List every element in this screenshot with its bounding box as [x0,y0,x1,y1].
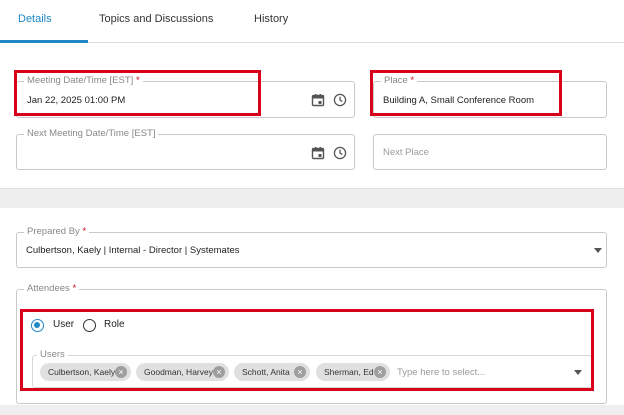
remove-chip-icon[interactable]: × [374,366,386,378]
user-chip: Culbertson, Kaely × [40,363,131,381]
remove-chip-icon[interactable]: × [294,366,306,378]
user-chip-label: Culbertson, Kaely [48,367,116,377]
next-place-placeholder: Next Place [383,147,429,158]
role-radio[interactable] [83,319,96,332]
clock-icon[interactable] [333,146,347,160]
chevron-down-icon[interactable] [574,370,582,375]
tab-topics-and-discussions[interactable]: Topics and Discussions [99,13,213,25]
place-value: Building A, Small Conference Room [383,95,535,106]
user-chip-label: Sherman, Ed [324,367,374,377]
required-marker: * [82,226,87,237]
user-chip: Schott, Anita × [234,363,310,381]
user-chip: Goodman, Harvey × [136,363,229,381]
prepared-by-value: Culbertson, Kaely | Internal - Director … [26,245,240,256]
next-meeting-date-field[interactable]: Next Meeting Date/Time [EST] [16,128,355,170]
tab-bar: Details Topics and Discussions History [0,0,624,43]
prepared-by-label: Prepared By * [24,226,90,238]
place-label: Place * [381,75,418,87]
prepared-by-label-text: Prepared By [27,226,80,237]
users-search-input[interactable]: Type here to select... [397,367,485,378]
users-label: Users [37,349,68,361]
bottom-band [0,405,624,415]
remove-chip-icon[interactable]: × [213,366,225,378]
user-chip-label: Schott, Anita [242,367,290,377]
active-tab-indicator [0,40,88,43]
calendar-icon[interactable] [311,146,325,160]
required-marker: * [72,283,77,294]
tab-details[interactable]: Details [18,13,52,25]
required-marker: * [135,75,140,86]
attendees-label-text: Attendees [27,283,70,294]
user-chip: Sherman, Ed × [316,363,390,381]
required-marker: * [410,75,415,86]
place-label-text: Place [384,75,408,86]
meeting-date-value: Jan 22, 2025 01:00 PM [27,95,126,106]
remove-chip-icon[interactable]: × [115,366,127,378]
next-place-field[interactable]: Next Place [373,134,607,170]
calendar-icon[interactable] [311,93,325,107]
user-radio[interactable] [31,319,44,332]
user-chip-label: Goodman, Harvey [144,367,213,377]
next-meeting-date-label: Next Meeting Date/Time [EST] [24,128,159,140]
attendees-label: Attendees * [24,283,80,295]
section-divider [0,188,624,208]
meeting-date-label: Meeting Date/Time [EST] * [24,75,143,87]
chevron-down-icon[interactable] [594,248,602,253]
prepared-by-select[interactable]: Prepared By * Culbertson, Kaely | Intern… [16,226,607,268]
user-radio-label[interactable]: User [53,319,74,330]
place-field[interactable]: Place * Building A, Small Conference Roo… [373,75,607,118]
meeting-date-field[interactable]: Meeting Date/Time [EST] * Jan 22, 2025 0… [16,75,355,118]
role-radio-label[interactable]: Role [104,319,125,330]
meeting-date-label-text: Meeting Date/Time [EST] [27,75,134,86]
tab-history[interactable]: History [254,13,288,25]
clock-icon[interactable] [333,93,347,107]
